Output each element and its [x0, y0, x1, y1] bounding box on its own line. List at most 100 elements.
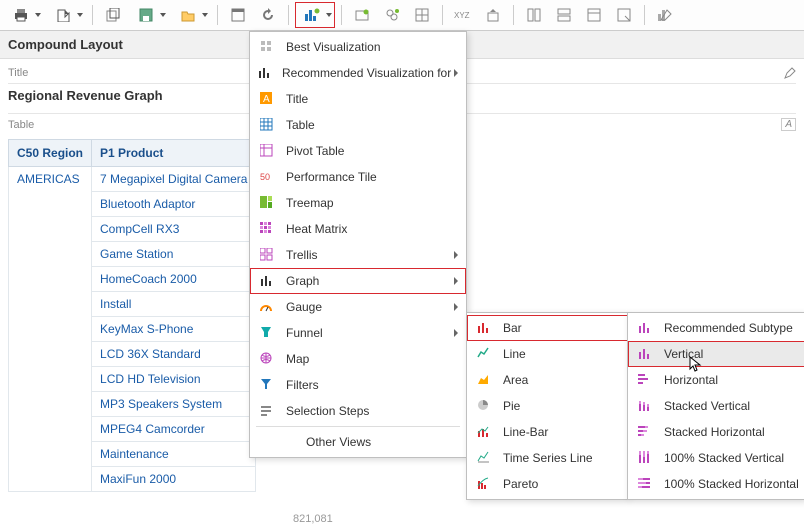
menu-item-label: Pareto: [503, 477, 538, 491]
tb-upload-button[interactable]: [479, 2, 507, 28]
menu-item-label: 100% Stacked Vertical: [664, 451, 784, 465]
title-edit-icon[interactable]: [784, 67, 796, 79]
menu-item-label: Bar: [503, 321, 522, 335]
tb-chart-edit[interactable]: [651, 2, 679, 28]
title-label: Title: [8, 67, 28, 79]
tb-layout-2[interactable]: [550, 2, 578, 28]
tb-layout-3[interactable]: [580, 2, 608, 28]
100-stacked-horizontal-icon: [636, 477, 654, 491]
table-icon: [258, 118, 276, 132]
menu-item-filters[interactable]: Filters: [250, 372, 466, 398]
menu-item-stacked-vertical[interactable]: Stacked Vertical: [628, 393, 804, 419]
svg-text:A: A: [263, 94, 270, 105]
vertical-icon: [636, 347, 654, 361]
menu-item-horizontal[interactable]: Horizontal: [628, 367, 804, 393]
pareto-icon: [475, 477, 493, 491]
performance-tile-icon: 50: [258, 170, 276, 184]
refresh-button[interactable]: [254, 2, 282, 28]
menu-item-performance-tile[interactable]: 50Performance Tile: [250, 164, 466, 190]
menu-item-label: Time Series Line: [503, 451, 593, 465]
bar-submenu: Recommended SubtypeVertical Horizontal Sta…: [627, 312, 804, 500]
col-product[interactable]: P1 Product: [92, 140, 256, 167]
menu-item-label: Pivot Table: [286, 144, 344, 158]
menu-item-gauge[interactable]: Gauge: [250, 294, 466, 320]
graph-icon: [258, 274, 276, 288]
line-icon: [475, 347, 493, 361]
pie-icon: [475, 399, 493, 413]
menu-item-label: Other Views: [306, 435, 371, 449]
menu-item-label: Funnel: [286, 326, 323, 340]
product-cell[interactable]: LCD HD Television: [92, 367, 256, 392]
svg-text:50: 50: [260, 172, 270, 182]
table-font-icon[interactable]: A: [781, 118, 796, 131]
area-icon: [475, 373, 493, 387]
menu-item-stacked-horizontal[interactable]: Stacked Horizontal: [628, 419, 804, 445]
menu-item-100-stacked-vertical[interactable]: 100% Stacked Vertical: [628, 445, 804, 471]
menu-item-label: Area: [503, 373, 528, 387]
menu-item-funnel[interactable]: Funnel: [250, 320, 466, 346]
product-cell[interactable]: 7 Megapixel Digital Camera: [92, 167, 256, 192]
best-visualization-icon: [258, 40, 276, 54]
menu-item-label: Table: [286, 118, 315, 132]
menu-item-vertical[interactable]: Vertical: [628, 341, 804, 367]
export-button[interactable]: [46, 2, 86, 28]
tb-icon-2[interactable]: [378, 2, 406, 28]
funnel-icon: [258, 326, 276, 340]
menu-item-label: Horizontal: [664, 373, 718, 387]
tb-icon-1[interactable]: [348, 2, 376, 28]
menu-item-table[interactable]: Table: [250, 112, 466, 138]
menu-item-label: Map: [286, 352, 309, 366]
menu-item-recommended-subtype[interactable]: Recommended Subtype: [628, 315, 804, 341]
new-view-button[interactable]: [295, 2, 335, 28]
print-button[interactable]: [4, 2, 44, 28]
product-cell[interactable]: CompCell RX3: [92, 217, 256, 242]
menu-item-other-views[interactable]: Other Views: [250, 429, 478, 455]
menu-item-label: Gauge: [286, 300, 322, 314]
col-region[interactable]: C50 Region: [9, 140, 92, 167]
menu-item-label: Line: [503, 347, 526, 361]
region-cell[interactable]: AMERICAS: [9, 167, 92, 492]
product-cell[interactable]: HomeCoach 2000: [92, 267, 256, 292]
menu-item-graph[interactable]: Graph: [250, 268, 466, 294]
copy-button[interactable]: [99, 2, 127, 28]
menu-item-100-stacked-horizontal[interactable]: 100% Stacked Horizontal: [628, 471, 804, 497]
graph-submenu: BarLineAreaPieLine-BarTime Series LinePa…: [466, 312, 628, 500]
product-cell[interactable]: Maintenance: [92, 442, 256, 467]
product-cell[interactable]: Game Station: [92, 242, 256, 267]
menu-item-best-visualization[interactable]: Best Visualization: [250, 34, 466, 60]
save-button[interactable]: [129, 2, 169, 28]
menu-item-label: Line-Bar: [503, 425, 548, 439]
product-cell[interactable]: Install: [92, 292, 256, 317]
gauge-icon: [258, 300, 276, 314]
table-label: Table: [8, 119, 34, 131]
horizontal-icon: [636, 373, 654, 387]
menu-item-trellis[interactable]: Trellis: [250, 242, 466, 268]
folder-button[interactable]: [171, 2, 211, 28]
menu-item-label: Stacked Vertical: [664, 399, 750, 413]
menu-item-treemap[interactable]: Treemap: [250, 190, 466, 216]
tb-layout-4[interactable]: [610, 2, 638, 28]
product-cell[interactable]: Bluetooth Adaptor: [92, 192, 256, 217]
recommended-subtype-icon: [636, 321, 654, 335]
tb-xyz-button[interactable]: XYZ: [449, 2, 477, 28]
menu-item-heat-matrix[interactable]: Heat Matrix: [250, 216, 466, 242]
product-cell[interactable]: MaxiFun 2000: [92, 467, 256, 492]
product-cell[interactable]: MPEG4 Camcorder: [92, 417, 256, 442]
product-cell[interactable]: KeyMax S-Phone: [92, 317, 256, 342]
tb-layout-1[interactable]: [520, 2, 548, 28]
menu-item-pivot-table[interactable]: Pivot Table: [250, 138, 466, 164]
menu-item-title[interactable]: ATitle: [250, 86, 466, 112]
toolbar: XYZ: [0, 0, 804, 31]
menu-item-selection-steps[interactable]: Selection Steps: [250, 398, 466, 424]
preview-button[interactable]: [224, 2, 252, 28]
map-icon: [258, 352, 276, 366]
menu-item-label: Recommended Visualization for: [282, 66, 451, 80]
menu-item-map[interactable]: Map: [250, 346, 466, 372]
product-cell[interactable]: MP3 Speakers System: [92, 392, 256, 417]
data-table: C50 Region P1 Product AMERICAS7 Megapixe…: [8, 139, 256, 492]
menu-item-label: Stacked Horizontal: [664, 425, 765, 439]
menu-item-recommended-visualization-for[interactable]: Recommended Visualization for: [250, 60, 466, 86]
product-cell[interactable]: LCD 36X Standard: [92, 342, 256, 367]
tb-icon-3[interactable]: [408, 2, 436, 28]
menu-item-label: Treemap: [286, 196, 334, 210]
